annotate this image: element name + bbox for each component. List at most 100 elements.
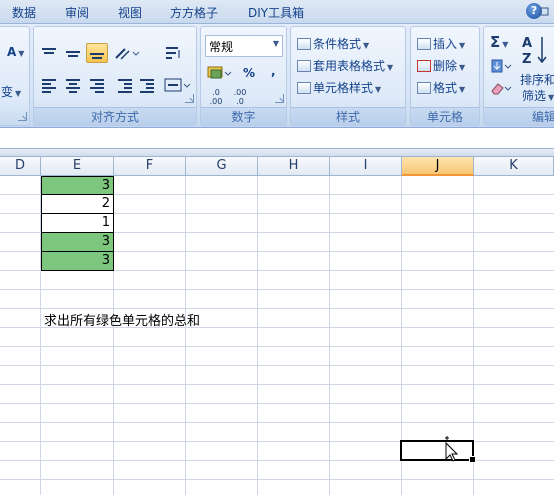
delete-label: 删除 [433, 59, 458, 73]
delete-cells-button[interactable]: 删除 ▼ [417, 57, 465, 74]
align-top-button[interactable] [38, 43, 60, 63]
autosum-button[interactable]: Σ ▼ [490, 33, 508, 51]
alignment-group: 对齐方式 [33, 26, 197, 126]
number-format-select[interactable]: 常规 ▼ [205, 35, 283, 57]
increase-decimal-button[interactable]: .0 .00 [205, 87, 227, 107]
column-header-g[interactable]: G [186, 157, 258, 176]
increase-indent-button[interactable] [136, 75, 158, 95]
column-header-d[interactable]: D [0, 157, 41, 176]
sort-filter-icon: AZ [522, 36, 547, 67]
font-size-up-button[interactable]: A ▼ [7, 45, 24, 59]
number-launcher-icon[interactable] [275, 94, 284, 103]
column-header-k[interactable]: K [474, 157, 554, 176]
gridline [0, 365, 554, 366]
align-bottom-icon [90, 47, 104, 59]
gridline [0, 384, 554, 385]
insert-label: 插入 [433, 37, 458, 51]
cell-e2[interactable]: 2 [41, 195, 114, 214]
gridline [0, 479, 554, 480]
alignment-launcher-icon[interactable] [185, 94, 194, 103]
insert-icon [417, 38, 431, 50]
decrease-indent-icon [118, 79, 132, 93]
align-right-icon [90, 79, 104, 93]
cell-styles-icon [297, 82, 311, 94]
cells-group: 插入 ▼ 删除 ▼ 格式 ▼ 单元格 [410, 26, 480, 126]
orientation-button[interactable] [112, 43, 142, 63]
phonetic-label: 变 [1, 85, 14, 99]
column-header-f[interactable]: F [114, 157, 186, 176]
delete-icon [417, 60, 431, 72]
format-as-table-label: 套用表格格式 [313, 59, 386, 73]
tab-data[interactable]: 数据 [12, 4, 36, 21]
tab-diy-toolbox[interactable]: DIY工具箱 [248, 4, 304, 21]
format-icon [417, 82, 431, 94]
cell-e5[interactable]: 3 [41, 252, 114, 271]
cell-e1[interactable]: 3 [41, 176, 114, 195]
ribbon: A ▼ 变 ▼ 对齐方式 常规 ▼ % , .0 .00 .00 .0 数字 条… [0, 24, 554, 128]
number-group-label: 数字 [201, 107, 286, 125]
align-middle-icon [66, 47, 80, 59]
gridline [257, 176, 258, 495]
currency-icon [207, 66, 232, 79]
column-header-j[interactable]: J [402, 157, 474, 176]
tab-review[interactable]: 审阅 [65, 4, 89, 21]
column-header-i[interactable]: I [330, 157, 402, 176]
column-header-h[interactable]: H [258, 157, 330, 176]
comma-button[interactable]: , [271, 64, 276, 78]
align-center-button[interactable] [62, 75, 84, 95]
styles-group-label: 样式 [291, 107, 405, 125]
cell-styles-button[interactable]: 单元格样式 ▼ [297, 79, 381, 96]
chevron-down-icon: ▼ [272, 39, 279, 48]
gridline [0, 289, 554, 290]
decrease-decimal-button[interactable]: .00 .0 [229, 87, 251, 107]
cell-styles-label: 单元格样式 [313, 81, 374, 95]
align-left-icon [42, 79, 56, 93]
gridline [0, 346, 554, 347]
wrap-text-icon [166, 47, 180, 59]
styles-group: 条件格式 ▼ 套用表格格式 ▼ 单元格样式 ▼ 样式 [290, 26, 406, 126]
instruction-cell-text[interactable]: 求出所有绿色单元格的总和 [44, 310, 200, 329]
merge-center-icon [164, 78, 191, 92]
wrap-text-button[interactable] [162, 43, 184, 63]
phonetic-button[interactable]: 变 ▼ [1, 83, 21, 100]
tab-view[interactable]: 视图 [118, 4, 142, 21]
align-right-button[interactable] [86, 75, 108, 95]
conditional-format-button[interactable]: 条件格式 ▼ [297, 35, 369, 52]
cell-e3[interactable]: 1 [41, 214, 114, 233]
restore-icon[interactable] [540, 5, 552, 17]
accounting-format-button[interactable] [205, 63, 235, 83]
table-icon [297, 60, 311, 72]
format-cells-button[interactable]: 格式 ▼ [417, 79, 465, 96]
align-top-icon [42, 47, 56, 59]
gridline [0, 422, 554, 423]
gridline [185, 176, 186, 495]
font-launcher-icon[interactable] [18, 112, 27, 121]
editing-group: Σ ▼ AZ 排序和 筛选 ▼ 编辑 [483, 26, 554, 126]
mouse-pointer-icon [445, 436, 458, 462]
align-middle-button[interactable] [62, 43, 84, 63]
clear-button[interactable] [488, 79, 514, 97]
sort-filter-label: 筛选 [522, 89, 547, 103]
cell-e4[interactable]: 3 [41, 233, 114, 252]
align-left-button[interactable] [38, 75, 60, 95]
cells-group-label: 单元格 [411, 107, 479, 125]
align-center-icon [66, 79, 80, 93]
increase-indent-icon [140, 79, 154, 93]
orientation-icon [115, 48, 140, 60]
number-group: 常规 ▼ % , .0 .00 .00 .0 数字 [200, 26, 287, 126]
merge-center-button[interactable] [162, 75, 192, 95]
column-header-e[interactable]: E [41, 157, 114, 176]
decrease-indent-button[interactable] [114, 75, 136, 95]
tab-fangfang-gezi[interactable]: 方方格子 [170, 4, 218, 21]
percent-button[interactable]: % [243, 66, 255, 80]
gridline [0, 308, 554, 309]
gridline [0, 403, 554, 404]
format-as-table-button[interactable]: 套用表格格式 ▼ [297, 57, 393, 74]
fill-button[interactable] [488, 57, 514, 75]
formula-bar-area [0, 128, 554, 148]
insert-cells-button[interactable]: 插入 ▼ [417, 35, 465, 52]
active-cell-selection[interactable] [400, 440, 476, 463]
sort-filter-button[interactable]: 排序和 [520, 71, 554, 88]
align-bottom-button[interactable] [86, 43, 108, 63]
sort-filter-button-line2[interactable]: 筛选 ▼ [522, 87, 554, 104]
